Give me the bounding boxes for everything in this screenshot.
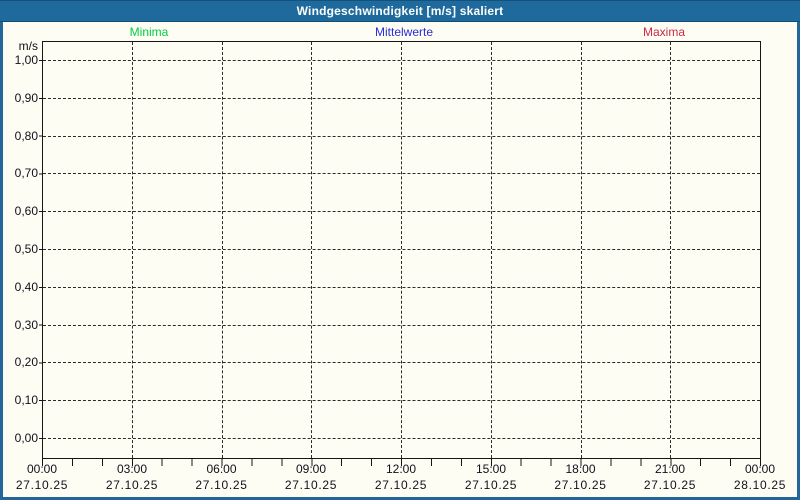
- x-tick-date: 27.10.25: [187, 478, 257, 492]
- y-tick-label: 0,70: [0, 166, 38, 180]
- x-tick-date: 27.10.25: [97, 478, 167, 492]
- wind-speed-chart-panel: Windgeschwindigkeit [m/s] skaliert Minim…: [0, 0, 800, 500]
- legend-maxima: Maxima: [604, 25, 724, 39]
- v-gridline: [222, 42, 223, 458]
- x-tick-date: 28.10.25: [725, 478, 795, 492]
- x-tick-date: 27.10.25: [546, 478, 616, 492]
- legend-mittelwerte: Mittelwerte: [344, 25, 464, 39]
- y-tick-label: 0,60: [0, 204, 38, 218]
- y-tick-label: 0,90: [0, 91, 38, 105]
- chart-title-bar: Windgeschwindigkeit [m/s] skaliert: [0, 0, 800, 22]
- v-gridline: [491, 42, 492, 458]
- legend-minima: Minima: [89, 25, 209, 39]
- x-tick-time: 03:00: [102, 462, 162, 476]
- x-tick-date: 27.10.25: [635, 478, 705, 492]
- x-tick-time: 12:00: [371, 462, 431, 476]
- y-tick-label: 0,50: [0, 242, 38, 256]
- x-tick-date: 27.10.25: [7, 478, 77, 492]
- plot-area: [42, 41, 761, 459]
- x-tick-time: 21:00: [640, 462, 700, 476]
- y-tick-label: 1,00: [0, 53, 38, 67]
- y-axis-unit-label: m/s: [0, 39, 38, 53]
- y-tick-label: 0,10: [0, 393, 38, 407]
- x-tick-date: 27.10.25: [366, 478, 436, 492]
- y-tick-label: 0,30: [0, 318, 38, 332]
- x-tick-time: 06:00: [192, 462, 252, 476]
- v-gridline: [311, 42, 312, 458]
- v-gridline: [581, 42, 582, 458]
- y-tick-label: 0,20: [0, 355, 38, 369]
- v-gridline: [132, 42, 133, 458]
- x-tick-time: 18:00: [551, 462, 611, 476]
- chart-title: Windgeschwindigkeit [m/s] skaliert: [297, 4, 504, 18]
- x-tick-date: 27.10.25: [456, 478, 526, 492]
- v-gridline: [401, 42, 402, 458]
- y-tick-label: 0,00: [0, 431, 38, 445]
- x-tick-time: 15:00: [461, 462, 521, 476]
- x-tick-time: 09:00: [281, 462, 341, 476]
- y-tick-label: 0,40: [0, 280, 38, 294]
- x-tick-date: 27.10.25: [276, 478, 346, 492]
- x-tick-time: 00:00: [730, 462, 790, 476]
- y-tick-label: 0,80: [0, 129, 38, 143]
- x-tick-time: 00:00: [12, 462, 72, 476]
- v-gridline: [670, 42, 671, 458]
